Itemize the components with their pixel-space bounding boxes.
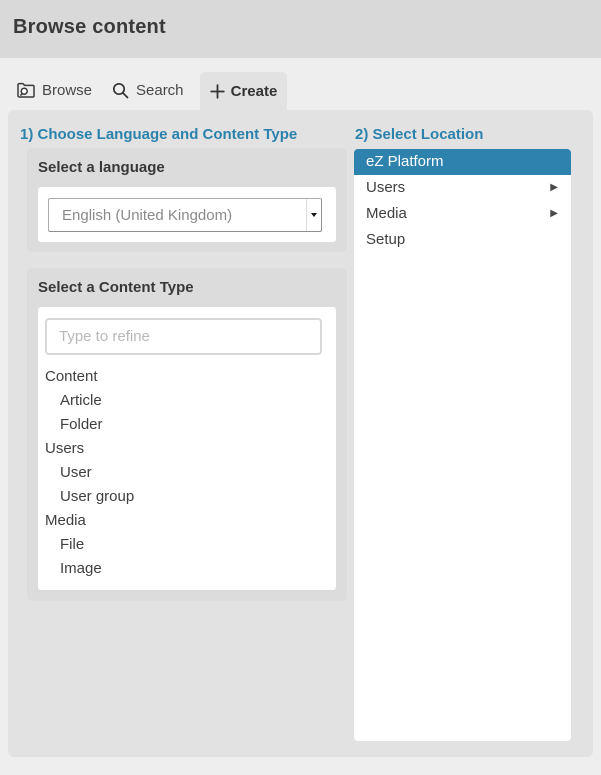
tree-item-label: Setup: [366, 231, 405, 248]
dropdown-arrow-icon: [306, 199, 321, 231]
tab-create-label: Create: [231, 83, 278, 100]
tree-item-media[interactable]: Media ▶: [354, 201, 571, 227]
folder-search-icon: [17, 82, 35, 99]
content-type-option-article[interactable]: Article: [38, 389, 336, 413]
tab-search[interactable]: Search: [112, 70, 184, 110]
tab-search-label: Search: [136, 82, 184, 99]
content-type-filter-input[interactable]: [45, 318, 322, 355]
language-section-heading: Select a language: [27, 148, 347, 176]
tree-item-setup[interactable]: Setup: [354, 227, 571, 253]
content-type-option-image[interactable]: Image: [38, 557, 336, 581]
dialog-title: Browse content: [0, 0, 601, 39]
location-tree: eZ Platform Users ▶ Media ▶ Setup: [354, 149, 571, 741]
tab-browse-label: Browse: [42, 82, 92, 99]
content-type-section-heading: Select a Content Type: [27, 268, 347, 296]
expand-arrow-icon[interactable]: ▶: [550, 201, 558, 227]
tab-create[interactable]: Create: [200, 72, 287, 110]
language-select-value: English (United Kingdom): [49, 207, 306, 224]
content-type-group-content: Content: [38, 365, 336, 389]
tab-bar: Browse Search Create: [0, 58, 601, 110]
tree-item-label: Users: [366, 179, 405, 196]
tree-item-users[interactable]: Users ▶: [354, 175, 571, 201]
content-type-option-folder[interactable]: Folder: [38, 413, 336, 437]
content-type-option-file[interactable]: File: [38, 533, 336, 557]
search-icon: [112, 82, 129, 99]
content-type-section: Select a Content Type Content Article Fo…: [27, 268, 347, 601]
content-type-box: Content Article Folder Users User User g…: [38, 307, 336, 590]
step1-heading: 1) Choose Language and Content Type: [20, 126, 297, 143]
expand-arrow-icon[interactable]: ▶: [550, 175, 558, 201]
language-section: Select a language English (United Kingdo…: [27, 148, 347, 252]
dialog-header: Browse content: [0, 0, 601, 58]
create-panel: 1) Choose Language and Content Type 2) S…: [8, 110, 593, 757]
tree-item-label: eZ Platform: [366, 153, 444, 170]
language-select-wrapper: English (United Kingdom): [38, 187, 336, 242]
language-select[interactable]: English (United Kingdom): [48, 198, 322, 232]
tree-item-label: Media: [366, 205, 407, 222]
tree-item-ez-platform[interactable]: eZ Platform: [354, 149, 571, 175]
tab-browse[interactable]: Browse: [17, 70, 92, 110]
step2-heading: 2) Select Location: [355, 126, 483, 143]
plus-icon: [210, 84, 225, 99]
content-type-option-user-group[interactable]: User group: [38, 485, 336, 509]
content-type-list: Content Article Folder Users User User g…: [38, 365, 336, 581]
content-type-group-media: Media: [38, 509, 336, 533]
content-type-group-users: Users: [38, 437, 336, 461]
content-type-option-user[interactable]: User: [38, 461, 336, 485]
